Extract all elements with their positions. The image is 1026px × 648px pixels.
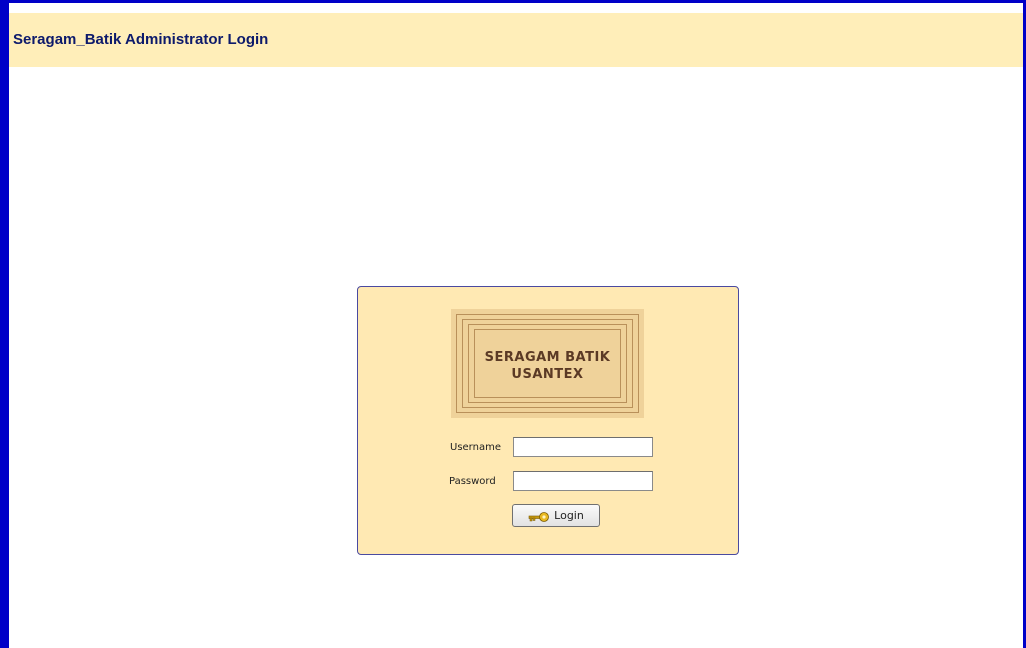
key-icon	[528, 510, 550, 522]
username-input[interactable]	[513, 437, 653, 457]
login-button-label: Login	[554, 509, 584, 522]
login-panel: SERAGAM BATIK USANTEX Username Password …	[357, 286, 739, 555]
logo: SERAGAM BATIK USANTEX	[451, 309, 644, 418]
login-button[interactable]: Login	[512, 504, 600, 527]
logo-line-1: SERAGAM BATIK	[484, 350, 611, 365]
page-header: Seragam_Batik Administrator Login	[9, 13, 1023, 67]
logo-line-2: USANTEX	[511, 367, 584, 382]
logo-text: SERAGAM BATIK USANTEX	[451, 349, 644, 383]
username-label: Username	[450, 442, 501, 453]
password-label: Password	[449, 476, 496, 487]
password-input[interactable]	[513, 471, 653, 491]
page-title: Seragam_Batik Administrator Login	[13, 31, 269, 48]
